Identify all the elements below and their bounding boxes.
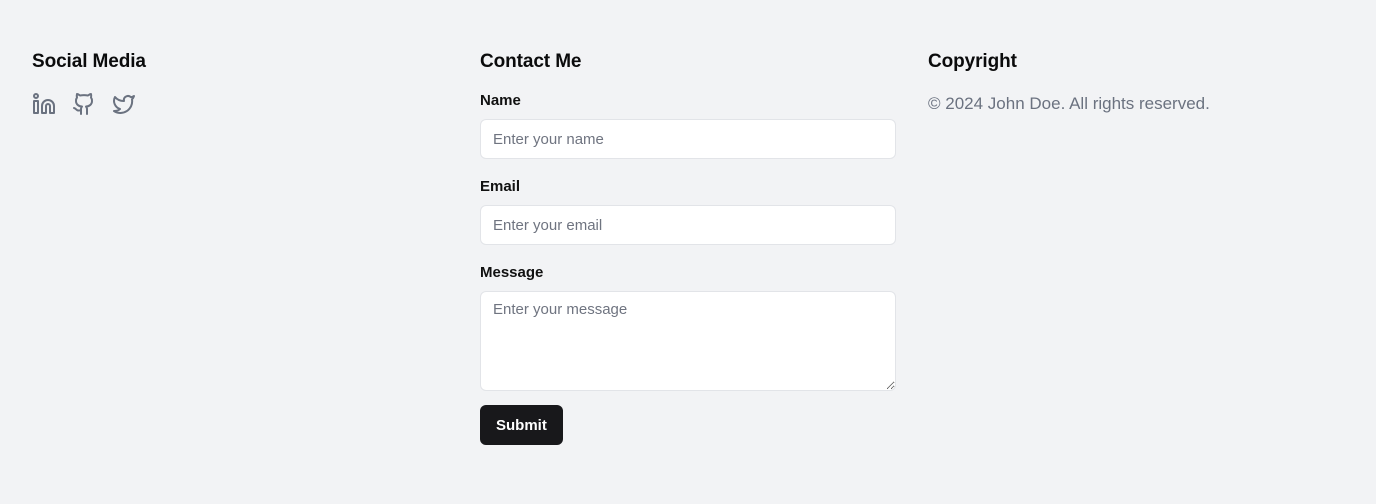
linkedin-icon[interactable] [32,92,56,116]
copyright-text: © 2024 John Doe. All rights reserved. [928,94,1210,113]
copyright-section: Copyright © 2024 John Doe. All rights re… [928,48,1344,116]
submit-button[interactable]: Submit [480,405,563,445]
twitter-icon[interactable] [112,92,136,116]
message-label: Message [480,264,544,281]
copyright-title: Copyright [928,51,1017,72]
contact-title: Contact Me [480,51,582,72]
social-media-title: Social Media [32,51,146,72]
message-textarea[interactable] [480,291,896,391]
name-input[interactable] [480,119,896,159]
email-field-group: Email [480,177,896,245]
message-field-group: Message [480,263,896,391]
social-icons [32,92,448,116]
github-icon[interactable] [72,92,96,116]
contact-section: Contact Me Name Email Message Submit [480,48,896,445]
name-field-group: Name [480,91,896,159]
page-footer: Social Media Contact Me Name Enter your … [0,0,1376,504]
email-label: Email [480,178,521,195]
name-label: Name [480,92,521,109]
contact-form: Name Email Message Submit [480,91,896,445]
email-input[interactable] [480,205,896,245]
social-media-section: Social Media [32,48,448,116]
